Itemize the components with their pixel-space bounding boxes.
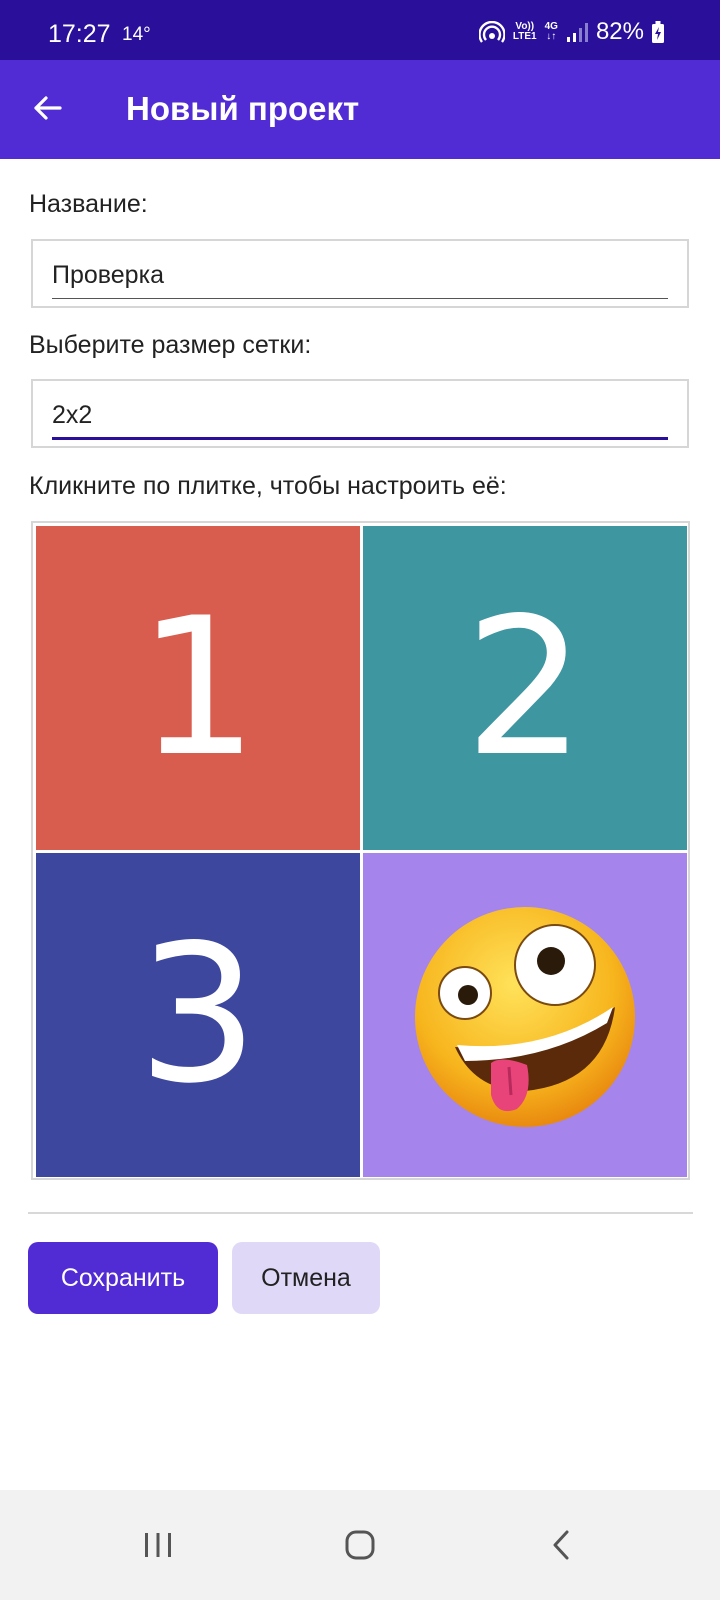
name-field[interactable]: Проверка [31,239,689,308]
name-label: Название: [29,190,148,218]
tile-3[interactable]: 3 [36,853,360,1177]
grid-size-underline [52,437,668,440]
signal-icon [566,23,588,42]
tiles-label: Кликните по плитке, чтобы настроить её: [29,472,507,500]
grid-size-label: Выберите размер сетки: [29,331,312,359]
status-bar: 17:27 14° Vo)) LTE1 4G ↓↑ 82% [0,0,720,60]
divider [28,1212,693,1214]
page-title: Новый проект [126,90,360,127]
network-type-icon: 4G ↓↑ [544,21,558,42]
app-bar: Новый проект [0,60,720,159]
recent-apps-icon[interactable] [141,1528,175,1562]
tile-grid: 1 2 3 [31,521,690,1180]
battery-charging-icon [652,21,664,43]
name-field-value: Проверка [52,261,164,289]
tile-1-label: 1 [137,577,259,798]
status-temperature: 14° [122,24,151,45]
tile-4[interactable] [363,853,687,1177]
arrow-left-icon[interactable] [30,90,66,126]
status-icons: Vo)) LTE1 4G ↓↑ 82% [478,18,664,46]
tile-3-label: 3 [137,904,259,1125]
home-icon[interactable] [343,1528,377,1562]
tile-2[interactable]: 2 [363,526,687,850]
cancel-button[interactable]: Отмена [232,1242,380,1314]
save-button[interactable]: Сохранить [28,1242,218,1314]
status-time: 17:27 [48,20,111,48]
volte-icon: Vo)) LTE1 [512,21,537,42]
back-nav-icon[interactable] [545,1528,579,1562]
tile-2-label: 2 [464,577,586,798]
hotspot-icon [478,21,505,43]
battery-percent: 82% [595,18,644,45]
zany-face-emoji-icon [415,907,635,1127]
grid-size-picker[interactable]: 2x2 [31,379,689,448]
navigation-bar [0,1490,720,1600]
name-field-underline [52,298,668,299]
tile-1[interactable]: 1 [36,526,360,850]
grid-size-value: 2x2 [52,401,93,429]
